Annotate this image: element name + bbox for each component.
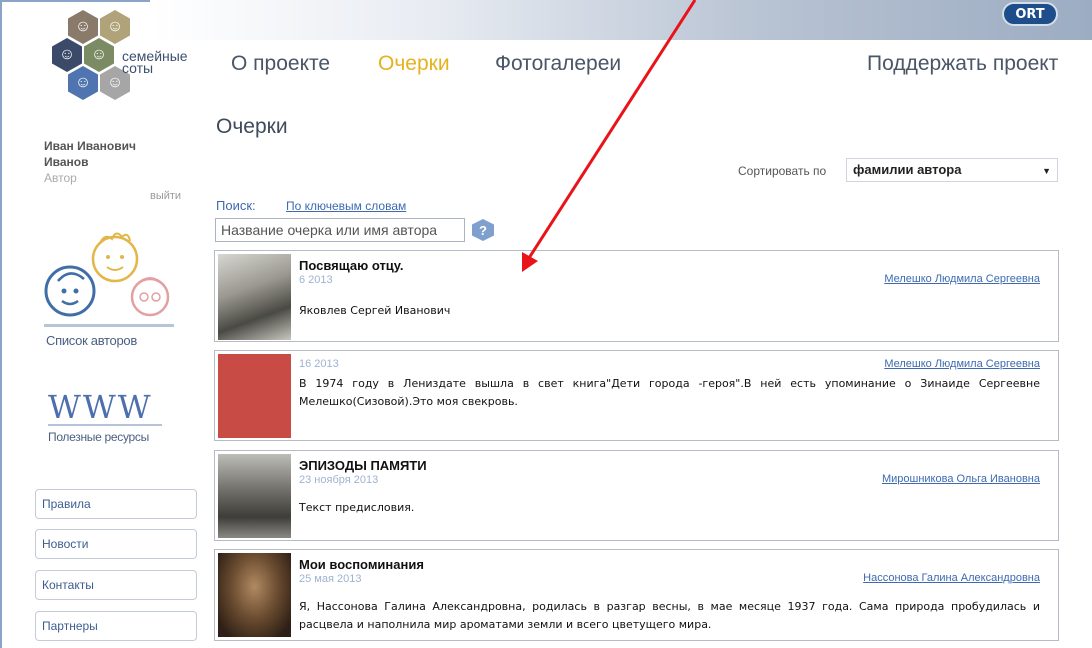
essay-date: 16 2013 [299, 358, 339, 370]
honeycomb-face-icon: ☺ [100, 10, 130, 44]
essay-photo[interactable] [218, 354, 291, 438]
honeycomb-face-icon: ☺ [84, 38, 114, 72]
essay-author-link[interactable]: Мелешко Людмила Сергеевна [884, 358, 1040, 370]
essay-card[interactable]: ЭПИЗОДЫ ПАМЯТИ 23 ноября 2013 Мирошников… [214, 450, 1059, 541]
search-input[interactable] [215, 218, 465, 242]
search-label: Поиск: [216, 198, 256, 213]
essay-photo[interactable] [218, 254, 291, 340]
sidebar-button-news[interactable]: Новости [35, 529, 197, 559]
authors-list-link[interactable]: Список авторов [46, 333, 137, 348]
www-divider [48, 424, 162, 426]
www-logo-link[interactable]: WWW [48, 388, 153, 426]
top-banner: ORT [150, 0, 1092, 40]
essay-author-link[interactable]: Нассонова Галина Александровна [863, 572, 1040, 584]
honeycomb-face-icon: ☺ [68, 10, 98, 44]
sort-select[interactable]: фамилии автора ▼ [846, 158, 1058, 182]
essay-date: 23 ноября 2013 [299, 474, 379, 486]
keyword-search-link[interactable]: По ключевым словам [286, 199, 406, 213]
authors-divider [44, 324, 174, 327]
sort-label: Сортировать по [738, 164, 827, 178]
honeycomb-face-icon: ☺ [68, 66, 98, 100]
nav-support[interactable]: Поддержать проект [867, 52, 1058, 76]
essay-card[interactable]: Посвящаю отцу. 6 2013 Мелешко Людмила Се… [214, 250, 1059, 342]
sidebar-button-rules[interactable]: Правила [35, 489, 197, 519]
essay-photo[interactable] [218, 454, 291, 538]
sort-select-value: фамилии автора [853, 162, 962, 177]
chevron-down-icon: ▼ [1042, 166, 1051, 176]
essay-title[interactable]: Посвящаю отцу. [299, 258, 404, 273]
useful-resources-link[interactable]: Полезные ресурсы [48, 430, 149, 444]
nav-about[interactable]: О проекте [231, 52, 330, 76]
nav-galleries[interactable]: Фотогалереи [495, 52, 621, 76]
ort-logo[interactable]: ORT [1002, 2, 1058, 26]
essay-excerpt: В 1974 году в Лениздате вышла в свет кни… [299, 377, 1040, 408]
essay-excerpt: Я, Нассонова Галина Александровна, родил… [299, 600, 1040, 631]
essay-excerpt: Текст предисловия. [299, 501, 415, 514]
essay-photo[interactable] [218, 553, 291, 637]
authors-list-illustration[interactable] [40, 225, 180, 335]
sidebar-button-contacts[interactable]: Контакты [35, 570, 197, 600]
window-left-border [0, 0, 2, 648]
logo-text: семейные соты [122, 49, 188, 75]
essay-card[interactable]: 16 2013 Мелешко Людмила Сергеевна В 1974… [214, 350, 1059, 441]
site-logo[interactable]: ☺ ☺ ☺ ☺ ☺ ☺ семейные соты [44, 6, 204, 116]
help-icon[interactable]: ? [472, 219, 494, 241]
essay-card[interactable]: Мои воспоминания 25 мая 2013 Нассонова Г… [214, 549, 1059, 641]
essay-excerpt: Яковлев Сергей Иванович [299, 304, 451, 317]
user-first-names: Иван Иванович [44, 139, 136, 153]
essay-title[interactable]: Мои воспоминания [299, 557, 424, 572]
essay-date: 25 мая 2013 [299, 573, 362, 585]
honeycomb-face-icon: ☺ [52, 38, 82, 72]
logout-link[interactable]: выйти [150, 190, 181, 202]
sidebar-button-partners[interactable]: Партнеры [35, 611, 197, 641]
user-last-name: Иванов [44, 155, 89, 169]
essay-author-link[interactable]: Мирошникова Ольга Ивановна [882, 473, 1040, 485]
essay-title[interactable]: ЭПИЗОДЫ ПАМЯТИ [299, 458, 427, 473]
essay-date: 6 2013 [299, 274, 333, 286]
user-name: Иван Иванович Иванов [44, 138, 184, 170]
essay-author-link[interactable]: Мелешко Людмила Сергеевна [884, 273, 1040, 285]
user-role: Автор [44, 171, 77, 185]
page-title: Очерки [216, 115, 288, 138]
nav-essays[interactable]: Очерки [378, 52, 450, 76]
